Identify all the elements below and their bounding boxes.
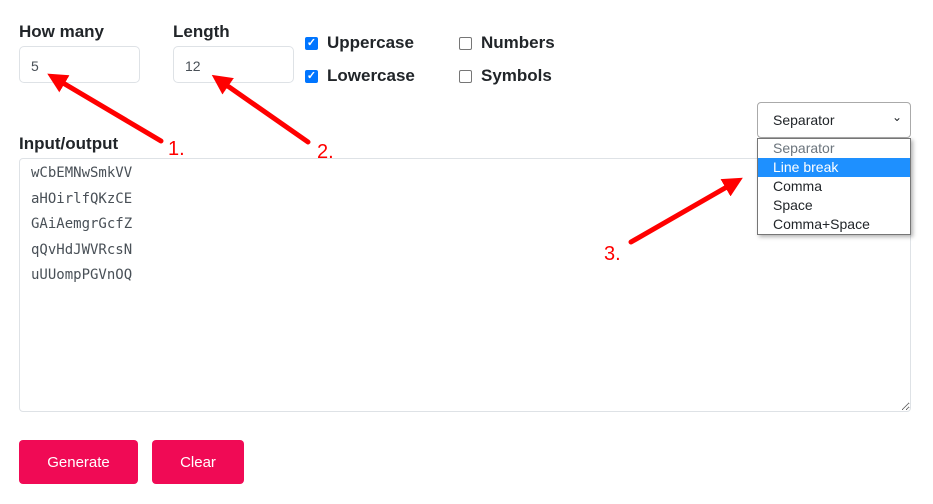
arrow-3: [628, 177, 743, 245]
annotation-arrows: [47, 73, 743, 245]
annotation-1: 1.: [168, 138, 185, 160]
annotation-3: 3.: [604, 243, 621, 265]
arrow-2: [211, 74, 311, 145]
arrow-1: [47, 73, 164, 144]
annotation-2: 2.: [317, 141, 334, 163]
